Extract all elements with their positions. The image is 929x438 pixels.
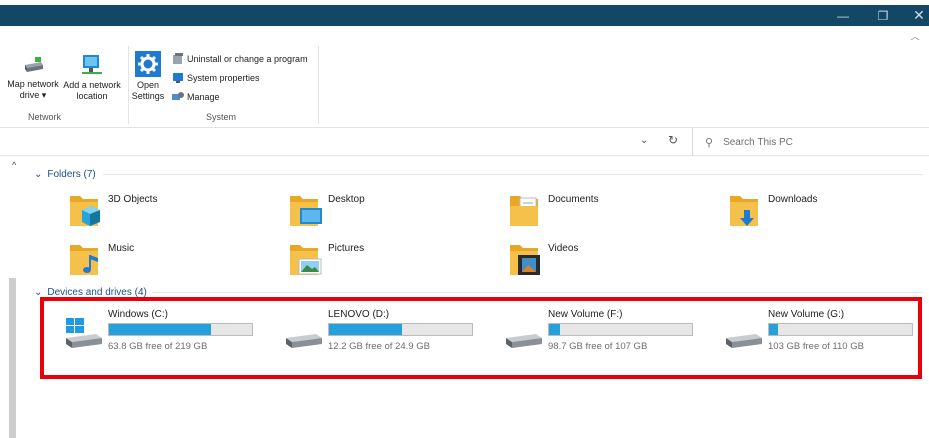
system-properties-button[interactable]: System properties xyxy=(172,72,260,84)
address-bar-row: ⌄ ↻ ⚲ Search This PC xyxy=(0,128,929,156)
minimize-button[interactable]: — xyxy=(826,5,860,26)
search-input[interactable]: ⚲ Search This PC xyxy=(692,128,929,156)
refresh-icon[interactable]: ↻ xyxy=(668,133,678,147)
network-location-icon xyxy=(82,55,102,74)
videos-folder-icon xyxy=(510,245,540,275)
system-properties-icon xyxy=(173,73,183,83)
search-placeholder: Search This PC xyxy=(723,136,793,148)
close-button[interactable]: ✕ xyxy=(902,5,929,26)
highlight-annotation-box xyxy=(40,297,922,379)
manage-button[interactable]: Manage xyxy=(172,91,220,103)
settings-gear-icon xyxy=(135,51,161,77)
collapse-chevron-icon: ⌄ xyxy=(34,169,43,180)
folders-section-header[interactable]: ⌄ Folders (7) xyxy=(34,169,96,180)
uninstall-icon xyxy=(173,53,183,64)
folder-item-3d-objects[interactable]: 3D Objects xyxy=(68,190,278,234)
music-folder-icon xyxy=(70,245,98,275)
navigation-pane-scrollbar[interactable] xyxy=(9,278,16,438)
open-settings-button[interactable]: Open Settings xyxy=(130,51,166,102)
network-group-label: Network xyxy=(28,112,62,122)
system-group-label: System xyxy=(206,112,237,122)
add-network-location-button[interactable]: Add a network location xyxy=(60,53,124,102)
ribbon-separator xyxy=(128,46,129,124)
downloads-folder-icon xyxy=(730,196,758,226)
restore-button[interactable]: ❐ xyxy=(866,5,900,26)
map-network-drive-button[interactable]: Map network drive ▾ xyxy=(2,56,64,101)
scroll-up-icon[interactable]: ^ xyxy=(12,160,16,170)
desktop-folder-icon xyxy=(290,196,322,226)
section-divider xyxy=(103,174,923,175)
ribbon: Map network drive ▾ Add a network locati… xyxy=(0,40,929,128)
folder-item-videos[interactable]: Videos xyxy=(508,239,718,283)
section-divider xyxy=(152,292,923,293)
folder-item-downloads[interactable]: Downloads xyxy=(728,190,929,234)
documents-folder-icon xyxy=(510,196,538,226)
folder-item-desktop[interactable]: Desktop xyxy=(288,190,498,234)
manage-icon xyxy=(172,92,184,100)
pictures-folder-icon xyxy=(290,245,322,275)
3d-objects-folder-icon xyxy=(70,196,100,226)
uninstall-program-button[interactable]: Uninstall or change a program xyxy=(172,53,308,65)
ribbon-separator xyxy=(318,46,319,124)
folder-item-music[interactable]: Music xyxy=(68,239,278,283)
folder-item-pictures[interactable]: Pictures xyxy=(288,239,498,283)
folder-item-documents[interactable]: Documents xyxy=(508,190,718,234)
search-icon: ⚲ xyxy=(705,136,714,149)
recent-locations-chevron-icon[interactable]: ⌄ xyxy=(640,135,648,146)
network-drive-icon xyxy=(25,57,43,72)
title-bar: — ❐ ✕ xyxy=(0,5,929,26)
